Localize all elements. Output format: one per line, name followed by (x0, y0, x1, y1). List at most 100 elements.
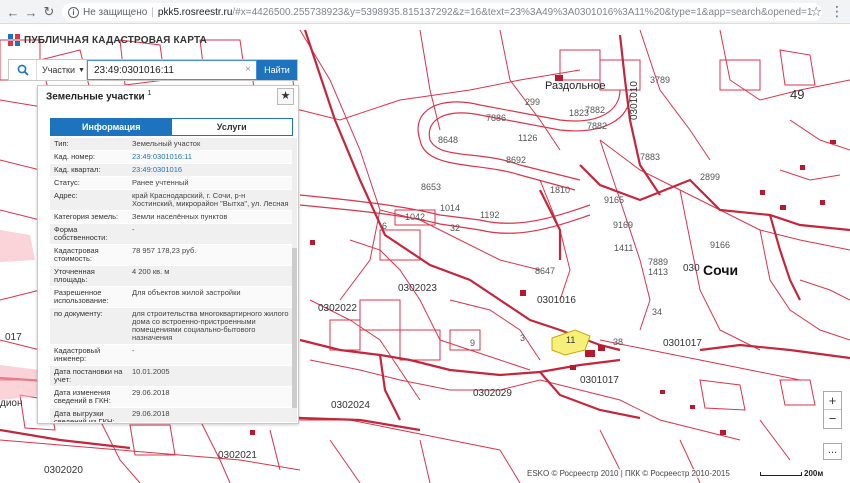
info-row-key: Кадастровая стоимость: (54, 246, 99, 263)
map-label-n29: 1411 (614, 243, 634, 253)
bookmark-star-icon[interactable]: ☆ (810, 4, 822, 20)
info-row-value: 78 957 178,23 руб. (132, 246, 197, 255)
map-label-n25: 6 (382, 221, 388, 231)
tab-services[interactable]: Услуги (171, 119, 292, 135)
info-row-key: Статус: (54, 178, 80, 187)
search-icon[interactable] (9, 60, 37, 80)
info-row-key: Кадастровый инженер: (54, 346, 101, 363)
info-row: Дата постановки на учет: 10.01.2005 (50, 366, 293, 387)
browser-menu-icon[interactable]: ⋮ (830, 3, 844, 20)
forward-icon[interactable]: → (22, 3, 40, 21)
more-options-button[interactable]: ... (823, 443, 842, 460)
map-label-n10: 7889 (648, 257, 669, 267)
info-row-key: Дата постановки на учет: (54, 367, 123, 384)
info-row-value: край Краснодарский, г. Сочи, р-н Хостинс… (132, 191, 289, 208)
info-row-value: для строительства многоквартирного жилог… (132, 309, 289, 342)
search-type-label: Участки (42, 65, 75, 75)
app-header: ПУБЛИЧНАЯ КАДАСТРОВАЯ КАРТА (0, 25, 300, 55)
info-row: Уточненная площадь: 4 200 кв. м (50, 266, 293, 287)
info-row-key: Дата изменения сведений в ГКН: (54, 388, 111, 405)
search-input[interactable] (87, 60, 257, 80)
info-row-value: 4 200 кв. м (132, 267, 170, 276)
map-label-quarter-main: 0301016 (537, 295, 576, 306)
info-row-key: Адрес: (54, 191, 78, 200)
map-label-n3: 8653 (421, 182, 442, 192)
map-label-n26: 9 (470, 338, 476, 348)
map-label-n15: 1042 (405, 212, 426, 222)
info-row-key: Категория земель: (54, 212, 119, 221)
map-label-n7: 9165 (604, 195, 625, 205)
clear-icon[interactable]: × (245, 64, 251, 75)
info-row: Кад. квартал: 23:49:0301016 (50, 164, 293, 177)
search-button[interactable]: Найти (257, 60, 297, 80)
map-label-q1: 0302023 (398, 283, 437, 294)
info-row-value: - (132, 346, 135, 355)
map-label-left-017: 017 (5, 332, 22, 343)
scale-label: 200м (804, 469, 824, 478)
map-label-q8: 0302020 (44, 465, 83, 476)
info-row: Статус: Ранее учтенный (50, 177, 293, 190)
zoom-out-button[interactable]: − (824, 410, 841, 428)
map-label-n23: 34 (652, 307, 663, 317)
info-row: по документу: для строительства многоквар… (50, 308, 293, 345)
info-row: Дата изменения сведений в ГКН: 29.06.2018 (50, 387, 293, 408)
map-label-n18: 2899 (700, 172, 721, 182)
panel-scrollbar[interactable] (292, 138, 297, 422)
reload-icon[interactable]: ↻ (40, 3, 58, 21)
address-bar[interactable]: i Не защищено | pkk5.rosreestr.ru /#x=44… (62, 3, 822, 21)
map-label-n11: 1413 (648, 267, 669, 277)
security-label: Не защищено (83, 6, 148, 18)
panel-title-count: 1 (147, 90, 152, 97)
info-row-value: Земельный участок (132, 139, 201, 148)
map-label-left-edge: дион (0, 398, 23, 409)
info-row-key: Кад. квартал: (54, 165, 101, 174)
back-icon[interactable]: ← (4, 3, 22, 21)
info-row-value: Ранее учтенный (132, 178, 189, 187)
info-row: Разрешенное использование: Для объектов ж… (50, 287, 293, 308)
search-bar: Участки ▼ × Найти (8, 59, 298, 81)
info-row-key: Разрешенное использование: (54, 288, 109, 305)
info-row-key: по документу: (54, 309, 103, 318)
map-label-n27: 3 (520, 333, 526, 343)
info-row-key: Уточненная площадь: (54, 267, 95, 284)
tab-information[interactable]: Информация (51, 119, 172, 135)
url-path: /#x=4426500.255738923&y=5398935.81513729… (232, 6, 813, 18)
info-row-link[interactable]: 23:49:0301016:11 (128, 151, 293, 163)
info-row-link[interactable]: 23:49:0301016 (128, 164, 293, 176)
map-label-q6: 0301017 (663, 338, 702, 349)
info-row: Адрес: край Краснодарский, г. Сочи, р-н Х… (50, 190, 293, 211)
map-attribution: ESKO © Росреестр 2010 | ПКК © Росреестр … (525, 469, 732, 478)
scale-line (760, 472, 802, 476)
favorite-star-icon[interactable]: ★ (277, 88, 294, 105)
info-row-key: Кад. номер: (54, 152, 95, 161)
map-label-q3: 0302024 (331, 400, 370, 411)
info-row-value: Земли населённых пунктов (132, 212, 228, 221)
map-label-n24: 38 (613, 337, 624, 347)
info-row-key: Дата выгрузки сведений из ГКН: (54, 409, 115, 423)
info-row: Тип: Земельный участок (50, 138, 293, 151)
map-label-n1: 8648 (438, 135, 459, 145)
info-row-key: Тип: (54, 139, 69, 148)
browser-toolbar: ← → ↻ i Не защищено | pkk5.rosreestr.ru … (0, 0, 850, 24)
url-host: pkk5.rosreestr.ru (157, 6, 233, 18)
map-label-place: Раздольное (545, 80, 606, 92)
info-icon[interactable]: i (68, 6, 79, 18)
map-label-n4: 7886 (486, 113, 507, 123)
zoom-in-button[interactable]: + (824, 392, 841, 410)
search-type-select[interactable]: Участки ▼ (37, 60, 87, 80)
zoom-control: + − (823, 391, 842, 429)
info-row: Категория земель: Земли населённых пункто… (50, 211, 293, 224)
separator: | (151, 6, 154, 18)
app-title: ПУБЛИЧНАЯ КАДАСТРОВАЯ КАРТА (24, 34, 208, 46)
map-label-n28: 7882 (587, 121, 608, 131)
map-label-n2: 8692 (506, 155, 527, 165)
map-label-n12: 8647 (535, 266, 556, 276)
info-row-value: Для объектов жилой застройки (132, 288, 241, 297)
parcel-info-panel: Земельные участки 1 ★ Информация Услуги … (37, 85, 299, 424)
panel-title-text: Земельные участки (46, 91, 145, 103)
info-row-value: - (132, 225, 135, 234)
scrollbar-thumb[interactable] (292, 248, 297, 408)
info-row: Кадастровая стоимость: 78 957 178,23 руб. (50, 245, 293, 266)
map-label-n6: 7883 (640, 152, 661, 162)
info-row: Дата выгрузки сведений из ГКН: 29.06.2018 (50, 408, 293, 422)
